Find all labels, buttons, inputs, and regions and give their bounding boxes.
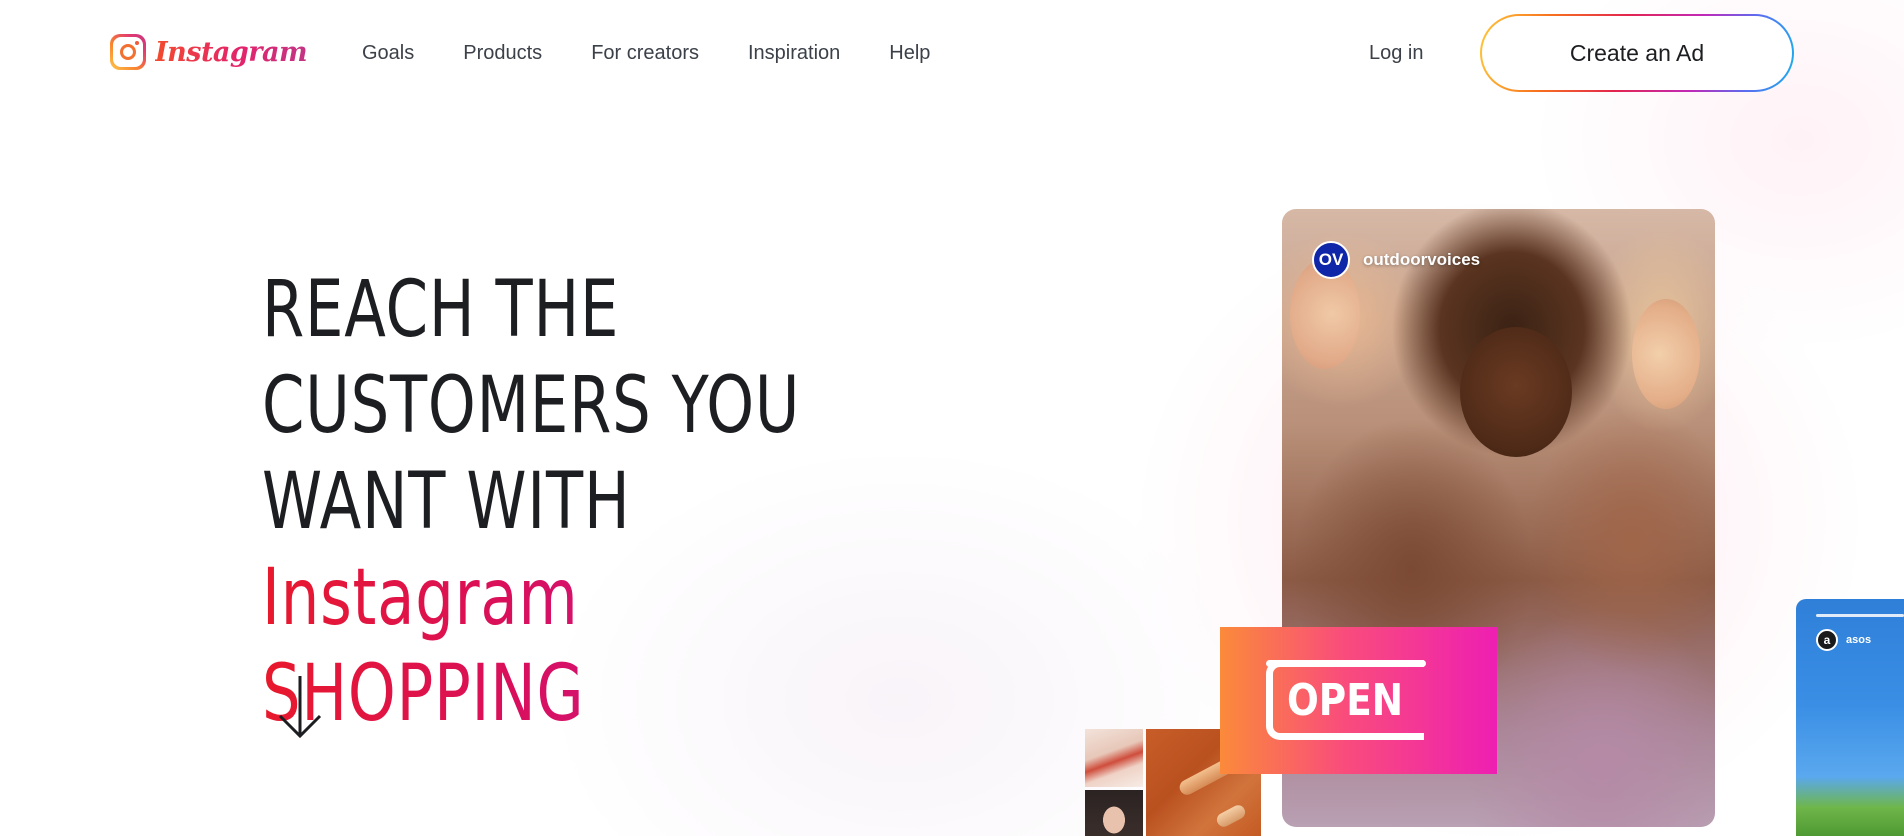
hero-line-2: CUSTOMERS YOU — [262, 361, 801, 451]
login-link[interactable]: Log in — [1369, 42, 1424, 65]
hero-line-instagram: Instagram — [262, 550, 761, 646]
arrow-down-icon[interactable] — [276, 672, 324, 744]
nav-link-goals[interactable]: Goals — [362, 42, 414, 65]
instagram-camera-icon — [110, 34, 146, 70]
open-sign-card: OPEN — [1220, 627, 1497, 774]
story-card[interactable]: a asos — [1796, 599, 1904, 836]
nav-link-products[interactable]: Products — [463, 42, 542, 65]
account-avatar: OV — [1312, 241, 1350, 279]
story-avatar: a — [1816, 629, 1838, 651]
logo-wordmark: Instagram — [155, 36, 308, 68]
post-account[interactable]: OV outdoorvoices — [1312, 241, 1480, 279]
hero-line-shopping: SHOPPING — [262, 646, 761, 742]
story-account: a asos — [1816, 629, 1871, 651]
nav-link-for-creators[interactable]: For creators — [591, 42, 699, 65]
hero-line-3: WANT WITH — [262, 457, 631, 547]
open-sign-text: OPEN — [1287, 675, 1404, 726]
nav-link-help[interactable]: Help — [889, 42, 930, 65]
hero-line-1: REACH THE — [262, 265, 620, 355]
create-ad-label: Create an Ad — [1482, 16, 1792, 90]
main-menu: Goals Products For creators Inspiration … — [362, 42, 979, 65]
story-progress-bar — [1816, 614, 1904, 617]
nav-link-inspiration[interactable]: Inspiration — [748, 42, 840, 65]
hero-heading: REACH THE CUSTOMERS YOU WANT WITH Instag… — [262, 262, 902, 742]
instagram-logo[interactable]: Instagram — [110, 34, 308, 70]
product-thumbnail-swatch[interactable] — [1085, 729, 1143, 787]
story-account-name: asos — [1846, 634, 1872, 646]
create-ad-button[interactable]: Create an Ad — [1480, 14, 1794, 92]
top-navigation: Instagram Goals Products For creators In… — [0, 0, 1904, 108]
account-name: outdoorvoices — [1363, 250, 1481, 269]
product-thumbnail-model[interactable] — [1085, 790, 1143, 836]
